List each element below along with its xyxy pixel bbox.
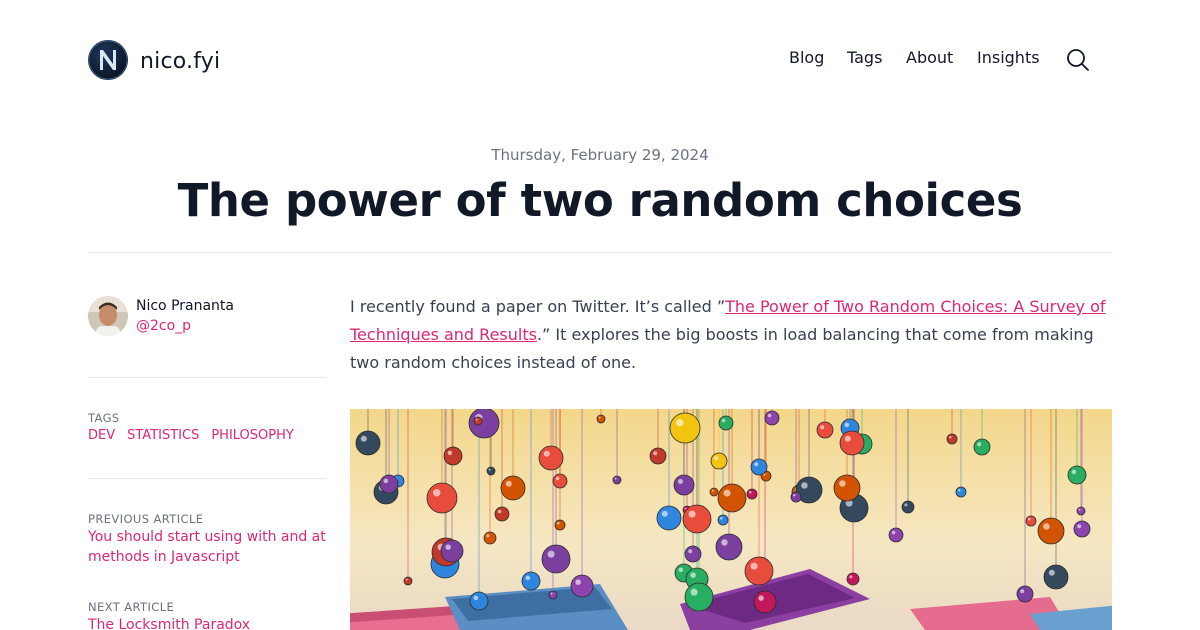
logo-n-icon — [88, 40, 128, 80]
nav-link-insights[interactable]: Insights — [977, 48, 1040, 67]
tag-philosophy[interactable]: PHILOSOPHY — [211, 428, 294, 443]
divider — [88, 377, 326, 378]
author-name[interactable]: Nico Prananta — [136, 298, 234, 314]
hero-illustration — [350, 409, 1112, 630]
search-icon — [1067, 49, 1089, 71]
intro-paragraph: I recently found a paper on Twitter. It’… — [350, 293, 1112, 377]
previous-article-label: PREVIOUS ARTICLE — [88, 512, 204, 526]
intro-text: I recently found a paper on Twitter. It’… — [350, 297, 726, 316]
tag-list: DEV STATISTICS PHILOSOPHY — [88, 428, 306, 443]
nav-link-tags[interactable]: Tags — [847, 48, 882, 67]
nav-link-about[interactable]: About — [906, 48, 953, 67]
next-article-label: NEXT ARTICLE — [88, 600, 175, 614]
tags-label: TAGS — [88, 411, 120, 425]
tag-statistics[interactable]: STATISTICS — [127, 428, 199, 443]
article-body: I recently found a paper on Twitter. It’… — [350, 293, 1112, 377]
search-button[interactable] — [1065, 47, 1091, 73]
divider — [88, 252, 1112, 253]
author-handle-link[interactable]: @2co_p — [136, 318, 191, 334]
article-title: The power of two random choices — [177, 174, 1023, 227]
author-avatar[interactable] — [88, 296, 128, 336]
site-header: nico.fyi Blog Tags About Insights — [88, 40, 1112, 80]
main-nav: Blog Tags About Insights — [789, 47, 1112, 73]
avatar-photo — [88, 296, 128, 336]
site-logo[interactable] — [88, 40, 128, 80]
next-article-link[interactable]: The Locksmith Paradox — [88, 615, 326, 630]
divider — [88, 478, 326, 479]
previous-article-link[interactable]: You should start using with and at metho… — [88, 527, 326, 567]
tag-dev[interactable]: DEV — [88, 428, 115, 443]
article-date: Thursday, February 29, 2024 — [491, 146, 709, 164]
site-name[interactable]: nico.fyi — [140, 49, 220, 74]
nav-link-blog[interactable]: Blog — [789, 48, 824, 67]
hero-image — [350, 409, 1112, 630]
